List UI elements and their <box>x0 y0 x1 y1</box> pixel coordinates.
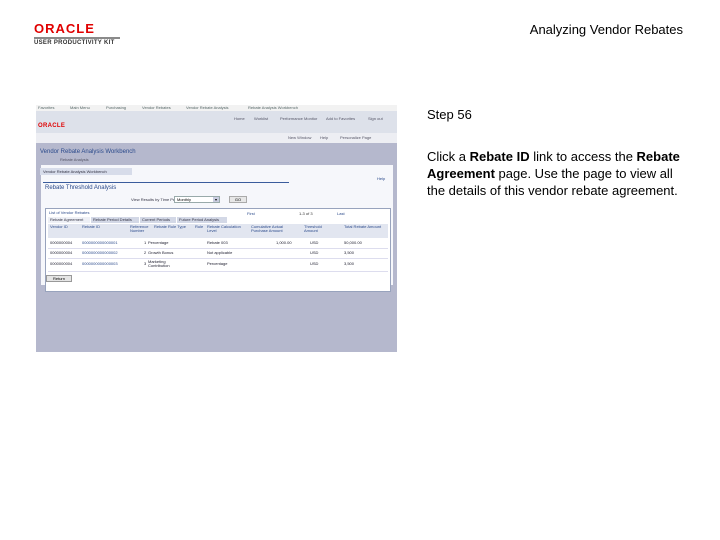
grid-tab-label: Current Periods <box>142 217 171 222</box>
chevron-down-icon: ▾ <box>213 197 219 202</box>
cell-threshold: USD <box>310 250 319 255</box>
grid-row-count: 1-3 of 3 <box>299 211 313 216</box>
help-link[interactable]: Help <box>377 176 385 181</box>
cell-vendor-id: 0000000004 <box>50 261 73 266</box>
breadcrumb-item[interactable]: Favorites <box>38 105 54 110</box>
cell-vendor-id: 0000000004 <box>50 240 73 245</box>
rebate-id-link[interactable]: 0000000000000002 <box>82 251 118 255</box>
grid-tab-future-analysis[interactable]: Future Period Analysis <box>177 217 227 223</box>
oracle-logo: ORACLE <box>38 123 66 129</box>
cell-total-rebate: 50,000.00 <box>344 240 362 245</box>
nav-worklist[interactable]: Worklist <box>254 116 268 121</box>
step-label: Step 56 <box>427 107 472 122</box>
sub-toolbar: New Window Help Personalize Page <box>36 133 397 143</box>
col-rebate-id[interactable]: Rebate ID <box>82 225 108 229</box>
tab-workbench[interactable]: Vendor Rebate Analysis Workbench <box>40 168 132 175</box>
breadcrumb-item[interactable]: Purchasing <box>106 105 126 110</box>
cell-cumulative: 1,000.00 <box>276 240 292 245</box>
cell-reference: 2 <box>144 250 147 255</box>
breadcrumb-item[interactable]: Rebate Analysis Workbench <box>248 105 298 110</box>
oracle-upk-logo: ORACLE USER PRODUCTIVITY KIT <box>34 22 124 46</box>
grid-title: List of Vendor Rebates <box>49 210 90 215</box>
section-divider <box>43 182 289 183</box>
logo-text: ORACLE <box>34 21 95 36</box>
grid-tab-label: Future Period Analysis <box>179 217 220 222</box>
grid-tab-label: Rebate Period Details <box>93 217 132 222</box>
cell-calc-level: Percentage <box>207 261 228 266</box>
cell-total-rebate: 3,500 <box>344 261 355 266</box>
period-select[interactable]: Monthly ▾ <box>174 196 220 203</box>
table-row: 0000000004 0000000000000003 3 Marketing … <box>48 259 388 272</box>
cell-reference: 1 <box>144 240 147 245</box>
rebates-grid: List of Vendor Rebates First 1-3 of 3 La… <box>45 208 391 292</box>
cell-rule-type: Percentage <box>148 240 169 245</box>
return-button[interactable]: Return <box>46 275 72 282</box>
col-calc-level[interactable]: Rebate Calculation Level <box>207 225 245 233</box>
cell-total-rebate: 3,500 <box>344 250 355 255</box>
logo-subtitle: USER PRODUCTIVITY KIT <box>34 40 115 46</box>
cell-calc-level: Rebate 003 <box>207 240 228 245</box>
col-rule-type[interactable]: Rebate Rule Type <box>154 225 194 229</box>
workbench-subtitle: Rebate Analysis <box>60 157 89 162</box>
grid-tabs: Rebate Agreement Rebate Period Details C… <box>48 217 388 223</box>
col-threshold[interactable]: Threshold Amount <box>304 225 336 233</box>
go-button[interactable]: GO <box>229 196 247 203</box>
col-total-rebate[interactable]: Total Rebate Amount <box>344 225 384 229</box>
nav-signout[interactable]: Sign out <box>368 116 383 121</box>
cell-rule-type: Marketing Contribution <box>148 259 170 268</box>
instruction-part: link to access the <box>529 149 637 164</box>
breadcrumb-item[interactable]: Vendor Rebates <box>142 105 171 110</box>
breadcrumb-item[interactable]: Main Menu <box>70 105 90 110</box>
rebate-id-link[interactable]: 0000000000000003 <box>82 262 118 266</box>
section-title: Rebate Threshold Analysis <box>45 185 117 191</box>
rebate-id-link[interactable]: 0000000000000001 <box>82 241 118 245</box>
grid-first-link[interactable]: First <box>247 211 255 216</box>
page-title: Analyzing Vendor Rebates <box>529 22 683 37</box>
cell-rule-type: Growth Bonus <box>148 250 174 255</box>
cell-vendor-id: 0000000004 <box>50 250 73 255</box>
cell-reference: 3 <box>144 261 147 266</box>
cell-calc-level: Not applicable <box>207 250 233 255</box>
app-header: ORACLE Home Worklist Performance Monitor… <box>36 111 397 133</box>
grid-header: Vendor ID Rebate ID Reference Number Reb… <box>48 224 388 238</box>
grid-tab-label: Rebate Agreement <box>50 217 84 222</box>
table-row: 0000000004 0000000000000001 1 Percentage… <box>48 239 388 249</box>
grid-last-link[interactable]: Last <box>337 211 345 216</box>
instruction-part: Click a <box>427 149 470 164</box>
col-rule[interactable]: Rule <box>195 225 205 229</box>
cell-threshold: USD <box>310 261 319 266</box>
workbench-title: Vendor Rebate Analysis Workbench <box>40 149 136 155</box>
tab-label: Vendor Rebate Analysis Workbench <box>43 169 107 174</box>
col-vendor-id[interactable]: Vendor ID <box>50 225 72 229</box>
instruction-text: Click a Rebate ID link to access the Reb… <box>427 148 692 199</box>
help-link[interactable]: Help <box>320 135 328 140</box>
grid-tab-agreement[interactable]: Rebate Agreement <box>48 217 90 223</box>
logo-divider <box>34 37 120 39</box>
col-cumulative[interactable]: Cumulative Actual Purchase Amount <box>251 225 301 233</box>
table-row: 0000000004 0000000000000002 2 Growth Bon… <box>48 249 388 259</box>
app-screenshot: Favorites Main Menu Purchasing Vendor Re… <box>36 105 397 352</box>
instruction-bold: Rebate ID <box>469 149 530 164</box>
grid-tab-period-details[interactable]: Rebate Period Details <box>91 217 139 223</box>
personalize-link[interactable]: Personalize Page <box>340 135 371 140</box>
col-reference[interactable]: Reference Number <box>130 225 152 233</box>
period-value: Monthly <box>177 197 192 202</box>
cell-threshold: USD <box>310 240 319 245</box>
nav-performance[interactable]: Performance Monitor <box>280 116 317 121</box>
grid-tab-current-periods[interactable]: Current Periods <box>140 217 176 223</box>
nav-favorites[interactable]: Add to Favorites <box>326 116 355 121</box>
breadcrumb-item[interactable]: Vendor Rebate Analysis <box>186 105 228 110</box>
new-window-link[interactable]: New Window <box>288 135 311 140</box>
nav-home[interactable]: Home <box>234 116 245 121</box>
